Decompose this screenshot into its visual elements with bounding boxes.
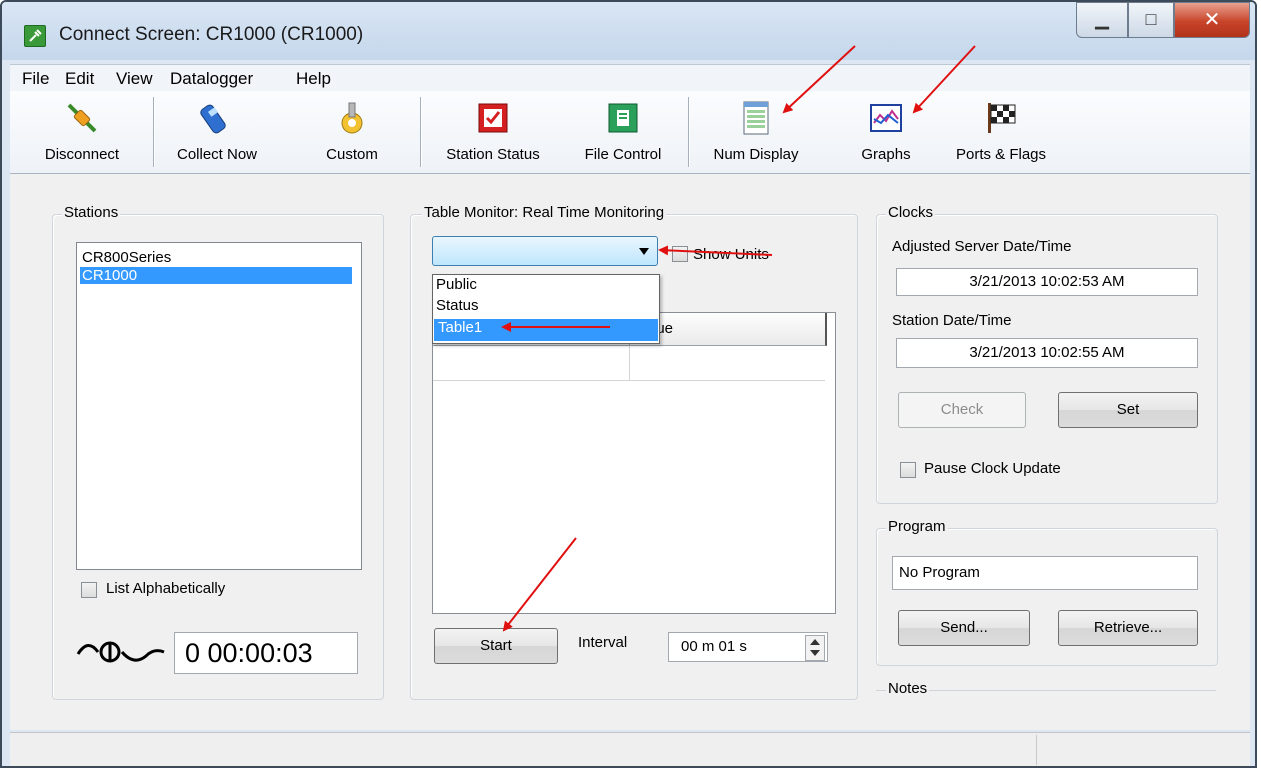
connect-screen-window: Connect Screen: CR1000 (CR1000) ▁ □ ✕ Fi…: [0, 0, 1257, 768]
close-icon: ✕: [1203, 9, 1221, 31]
station-time-label: Station Date/Time: [892, 312, 1012, 329]
spin-up-icon[interactable]: [810, 639, 820, 645]
program-name: No Program: [892, 556, 1198, 590]
pause-clock-label: Pause Clock Update: [924, 460, 1061, 477]
spin-down-icon[interactable]: [810, 650, 820, 656]
window-title: Connect Screen: CR1000 (CR1000): [59, 24, 364, 45]
status-divider: [1036, 735, 1037, 765]
file-control-button[interactable]: File Control: [568, 91, 678, 173]
toolbar-separator: [420, 97, 421, 167]
table-select-dropdown[interactable]: [432, 236, 658, 266]
phone-icon: [200, 101, 234, 135]
menu-file[interactable]: File: [22, 69, 49, 89]
toolbar-separator: [153, 97, 154, 167]
graphs-label: Graphs: [861, 146, 911, 163]
dropdown-option-public[interactable]: Public: [434, 276, 658, 296]
custom-label: Custom: [326, 146, 378, 163]
title-bar[interactable]: Connect Screen: CR1000 (CR1000) ▁ □ ✕: [2, 2, 1255, 60]
interval-spinner[interactable]: [805, 635, 825, 661]
station-status-label: Station Status: [446, 146, 540, 163]
app-icon: [24, 25, 46, 47]
ports-flags-label: Ports & Flags: [955, 146, 1047, 163]
check-button[interactable]: Check: [898, 392, 1026, 428]
menu-bar: File Edit View Datalogger Help: [10, 64, 1250, 92]
list-item-selected[interactable]: CR1000: [80, 267, 352, 284]
close-button[interactable]: ✕: [1174, 2, 1250, 38]
values-grid[interactable]: lue: [432, 312, 836, 614]
pause-clock-checkbox[interactable]: [900, 462, 916, 478]
disconnect-button[interactable]: Disconnect: [32, 91, 132, 173]
interval-value: 00 m 01 s: [681, 638, 747, 655]
set-button[interactable]: Set: [1058, 392, 1198, 428]
graphs-button[interactable]: Graphs: [846, 91, 926, 173]
minimize-button[interactable]: ▁: [1076, 2, 1128, 38]
toolbar: Disconnect Collect Now Custom Station St…: [10, 91, 1250, 174]
status-bar: [10, 732, 1250, 766]
table-monitor-label: Table Monitor: Real Time Monitoring: [422, 204, 667, 221]
connection-timer: 0 00:00:03: [174, 632, 358, 674]
maximize-button[interactable]: □: [1128, 2, 1174, 38]
menu-help[interactable]: Help: [296, 69, 331, 89]
table-dropdown-list[interactable]: Public Status Table1: [432, 274, 660, 344]
maximize-icon: □: [1145, 9, 1157, 29]
plug-icon: [65, 101, 99, 135]
clocks-group-label: Clocks: [886, 204, 936, 221]
table-row[interactable]: [433, 346, 825, 381]
collect-now-label: Collect Now: [176, 146, 258, 163]
list-item[interactable]: CR800Series: [80, 249, 352, 266]
server-time-label: Adjusted Server Date/Time: [892, 238, 1072, 255]
dropdown-option-table1[interactable]: Table1: [434, 319, 658, 341]
custom-button[interactable]: Custom: [312, 91, 392, 173]
gear-icon: [335, 101, 369, 135]
station-time-value: 3/21/2013 10:02:55 AM: [896, 338, 1198, 368]
num-display-button[interactable]: Num Display: [694, 91, 818, 173]
grid-column-divider: [629, 346, 630, 380]
show-units-checkbox[interactable]: [672, 246, 688, 262]
station-status-button[interactable]: Station Status: [430, 91, 556, 173]
list-alphabetically-label: List Alphabetically: [106, 580, 226, 597]
minimize-icon: ▁: [1095, 9, 1109, 29]
notes-label: Notes: [886, 680, 930, 697]
chevron-down-icon: [639, 248, 649, 255]
server-time-value: 3/21/2013 10:02:53 AM: [896, 268, 1198, 296]
num-display-icon: [739, 101, 773, 135]
ports-flags-button[interactable]: Ports & Flags: [946, 91, 1056, 173]
show-units-label: Show Units: [693, 246, 769, 263]
stations-list[interactable]: CR800Series CR1000: [76, 242, 362, 570]
checkered-flag-icon: [984, 101, 1018, 135]
file-control-icon: [606, 101, 640, 135]
interval-label: Interval: [578, 634, 628, 651]
menu-edit[interactable]: Edit: [65, 69, 94, 89]
list-alphabetically-checkbox[interactable]: [81, 582, 97, 598]
disconnect-label: Disconnect: [44, 146, 120, 163]
graph-icon: [869, 101, 903, 135]
collect-now-button[interactable]: Collect Now: [162, 91, 272, 173]
menu-view[interactable]: View: [116, 69, 153, 89]
client-area: Stations CR800Series CR1000 List Alphabe…: [10, 174, 1250, 730]
file-control-label: File Control: [584, 146, 662, 163]
dropdown-option-status[interactable]: Status: [434, 297, 658, 317]
connection-icon: [76, 636, 168, 666]
interval-field[interactable]: 00 m 01 s: [668, 632, 828, 662]
program-group-label: Program: [886, 518, 948, 535]
stations-group-label: Stations: [62, 204, 121, 221]
retrieve-button[interactable]: Retrieve...: [1058, 610, 1198, 646]
start-button[interactable]: Start: [434, 628, 558, 664]
menu-datalogger[interactable]: Datalogger: [170, 69, 253, 89]
send-button[interactable]: Send...: [898, 610, 1030, 646]
num-display-label: Num Display: [713, 146, 799, 163]
toolbar-separator: [688, 97, 689, 167]
status-check-icon: [476, 101, 510, 135]
